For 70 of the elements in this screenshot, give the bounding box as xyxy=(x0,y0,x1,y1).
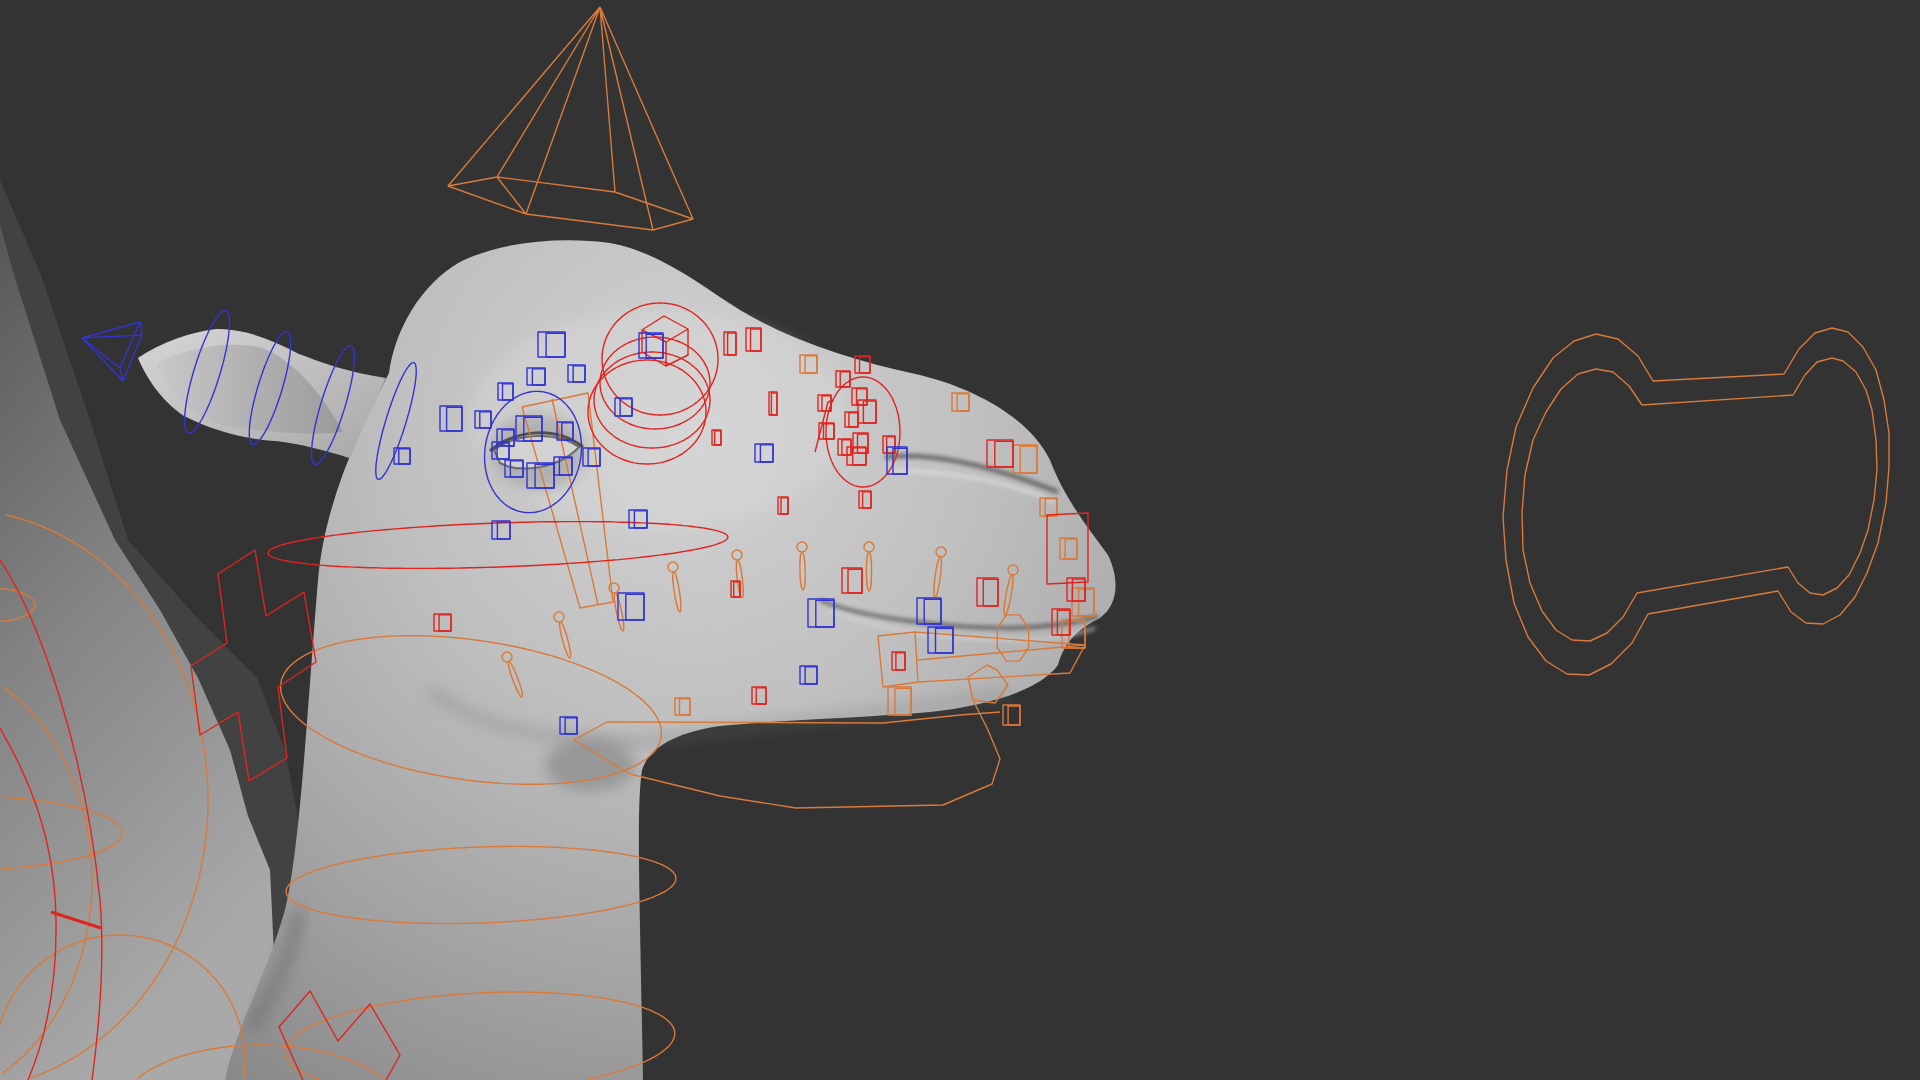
ring-control[interactable] xyxy=(285,845,677,925)
cube-control[interactable] xyxy=(556,421,574,441)
cube-control[interactable] xyxy=(768,391,778,416)
pin-control[interactable] xyxy=(796,541,808,591)
ring-control[interactable] xyxy=(284,991,676,1080)
cube-control[interactable] xyxy=(886,446,908,475)
circle-control[interactable] xyxy=(601,302,719,416)
ring-control[interactable] xyxy=(267,520,729,570)
circle-control[interactable] xyxy=(599,336,711,430)
cube-control[interactable] xyxy=(723,331,737,356)
cube-control[interactable] xyxy=(439,405,463,432)
cube-control[interactable] xyxy=(1002,704,1021,726)
cube-control[interactable] xyxy=(526,462,555,489)
cube-control[interactable] xyxy=(582,447,601,467)
zigzag-control[interactable] xyxy=(278,990,401,1080)
cube-control[interactable] xyxy=(711,429,722,446)
cube-control[interactable] xyxy=(393,447,411,465)
pin-control[interactable] xyxy=(553,611,572,659)
cube-control[interactable] xyxy=(854,355,871,374)
cube-control[interactable] xyxy=(497,382,514,401)
cross-control[interactable] xyxy=(190,549,317,782)
ring-control[interactable] xyxy=(310,344,356,466)
frame-control[interactable] xyxy=(1046,512,1089,585)
circle-control[interactable] xyxy=(587,359,707,465)
cube-control[interactable] xyxy=(614,397,633,417)
cube-control[interactable] xyxy=(641,315,689,367)
cube-control[interactable] xyxy=(927,626,954,654)
circle-control[interactable] xyxy=(593,351,711,449)
cube-control[interactable] xyxy=(628,509,648,529)
cube-control[interactable] xyxy=(537,331,566,358)
cube-control[interactable] xyxy=(491,520,511,540)
cube-control[interactable] xyxy=(504,459,524,478)
ring-control[interactable] xyxy=(248,330,292,446)
cube-control[interactable] xyxy=(754,443,774,463)
cube-control[interactable] xyxy=(1061,619,1086,649)
ring-control[interactable] xyxy=(375,361,417,481)
cube-control[interactable] xyxy=(496,428,515,447)
circle-control[interactable] xyxy=(825,376,901,488)
pin-control[interactable] xyxy=(731,549,744,599)
camera-wireframe[interactable] xyxy=(447,6,694,231)
jaw-loop-control[interactable] xyxy=(573,711,1001,809)
octagon-control[interactable] xyxy=(996,614,1030,662)
cube-control[interactable] xyxy=(559,716,578,735)
pentagon-control[interactable] xyxy=(967,664,1009,731)
ring-control[interactable] xyxy=(183,310,231,434)
cube-control[interactable] xyxy=(567,364,586,383)
ring-control[interactable] xyxy=(279,635,663,785)
cube-control[interactable] xyxy=(617,592,645,621)
jaw-box-control[interactable] xyxy=(877,631,1086,688)
cube-control[interactable] xyxy=(491,441,510,460)
cube-control[interactable] xyxy=(638,332,664,359)
cube-control[interactable] xyxy=(882,435,896,454)
pin-control[interactable] xyxy=(863,541,875,592)
cube-control[interactable] xyxy=(474,410,492,429)
pin-control[interactable] xyxy=(501,651,524,698)
cube-control[interactable] xyxy=(799,665,818,685)
line-control[interactable] xyxy=(50,910,102,930)
ring-control[interactable] xyxy=(4,514,209,1079)
cube-control[interactable] xyxy=(745,327,762,352)
line-control[interactable] xyxy=(814,399,835,453)
bone-box-control[interactable] xyxy=(521,392,614,609)
cube-control[interactable] xyxy=(526,367,546,386)
cube-control[interactable] xyxy=(807,598,835,628)
cube-control[interactable] xyxy=(515,415,543,442)
pin-control[interactable] xyxy=(608,582,625,632)
cube-control[interactable] xyxy=(553,456,573,476)
cube-control[interactable] xyxy=(916,597,942,625)
ring-control[interactable] xyxy=(483,390,583,514)
dumbbell-outline-control[interactable] xyxy=(1502,327,1890,676)
pin-control[interactable] xyxy=(667,561,682,613)
